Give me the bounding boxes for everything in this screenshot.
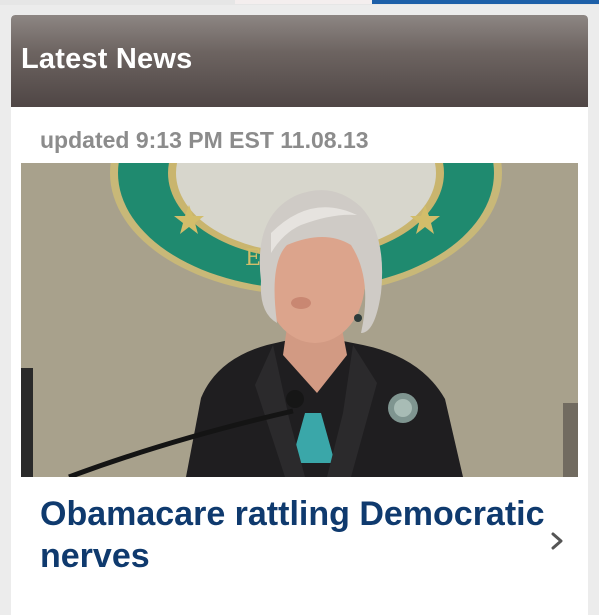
article-headline[interactable]: Obamacare rattling Democratic nerves <box>40 493 560 577</box>
top-strip-accent <box>372 0 599 4</box>
seal-letter: E <box>245 246 261 271</box>
section-header: Latest News <box>11 15 588 107</box>
news-photo-illustration: E <box>21 163 578 477</box>
news-photo[interactable]: E <box>21 163 578 477</box>
updated-timestamp: updated 9:13 PM EST 11.08.13 <box>40 127 369 153</box>
chevron-right-icon[interactable] <box>549 529 567 553</box>
top-strip-highlight <box>235 0 372 4</box>
latest-news-card: Latest News updated 9:13 PM EST 11.08.13… <box>11 15 588 615</box>
section-title: Latest News <box>21 43 193 75</box>
top-strip <box>0 0 599 5</box>
